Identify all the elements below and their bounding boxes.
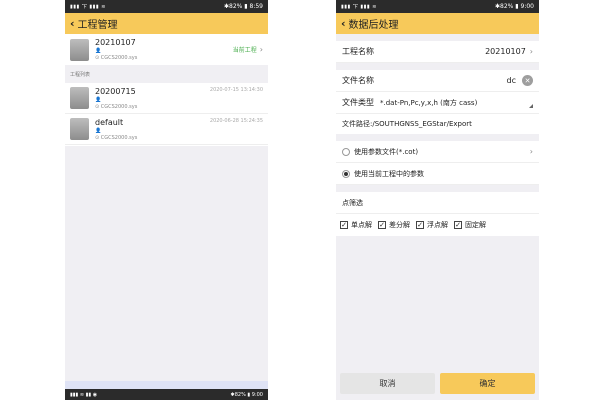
status-bar: ▮▮▮ 㓀 ▮▮▮ ≋ ✱82% ▮ 9:00 [336,0,539,13]
file-name-input[interactable]: dc [507,76,516,85]
title-bar: ‹ 工程管理 [65,13,268,34]
option-param-file[interactable]: 使用参数文件(*.cot) › [336,141,539,163]
project-row[interactable]: default 👤 ⊙ CGCS2000.sys 2020-06-28 15:2… [65,114,268,145]
project-name-label: 工程名称 [342,47,374,56]
status-bar: ▮▮▮ 㓀 ▮▮▮ ≋ ✱82% ▮ 8:59 [65,0,268,13]
parameter-group: 使用参数文件(*.cot) › 使用当前工程中的参数 [336,141,539,185]
project-group: 工程名称 20210107 › [336,41,539,63]
project-time: 2020-07-15 13:14:30 [209,87,263,93]
confirm-button[interactable]: 确定 [440,373,535,394]
checkmark-icon[interactable]: ✓ [340,221,348,229]
checkbox-label: 固定解 [465,221,486,229]
status-right: ✱82% ▮ 9:00 [495,3,534,10]
checkmark-icon[interactable]: ✓ [416,221,424,229]
current-project-tag: 当前工程 [232,47,257,54]
bottom-battery: ✱82% ▮ 9:00 [230,391,263,398]
file-type-row[interactable]: 文件类型 *.dat-Pn,Pc,y,x,h (南方 cass) [336,92,539,114]
option-label: 使用当前工程中的参数 [354,169,424,178]
checkbox-float[interactable]: ✓ 浮点解 [416,220,448,230]
person-icon: 👤 [95,48,102,54]
project-info: 20200715 👤 ⊙ CGCS2000.sys [95,87,210,110]
signal-icons: ▮▮▮ 㓀 ▮▮▮ ≋ [70,4,106,10]
person-icon: 👤 [95,96,102,103]
project-coord: ⊙ CGCS2000.sys [95,104,210,110]
project-list-header: 工程列表 [65,65,268,83]
file-path: 文件路径:/SOUTHGNSS_EGStar/Export [342,120,472,128]
bottom-status-bar: ▮▮▮ ≋ ▮▮ ◉ ✱82% ▮ 9:00 [65,389,268,400]
clear-icon[interactable]: ✕ [522,75,533,86]
project-time: 2020-06-28 15:24:35 [209,118,263,124]
radio-button-selected[interactable] [342,169,350,178]
project-management-screen: ▮▮▮ 㓀 ▮▮▮ ≋ ✱82% ▮ 8:59 ‹ 工程管理 20210107 … [65,0,268,400]
checkmark-icon[interactable]: ✓ [454,221,462,229]
cancel-button[interactable]: 取消 [340,373,435,394]
signal-icons: ▮▮▮ 㓀 ▮▮▮ ≋ [341,4,377,10]
project-name-row[interactable]: 工程名称 20210107 › [336,41,539,63]
chevron-right-icon: › [259,45,263,54]
project-name-value: 20210107 [485,47,526,56]
radio-button[interactable] [342,147,350,156]
option-project-params[interactable]: 使用当前工程中的参数 [336,163,539,185]
project-name: default [95,117,124,127]
status-time: 9:00 [520,3,534,10]
project-coord-text: CGCS2000.sys [100,103,138,110]
project-row[interactable]: 20200715 👤 ⊙ CGCS2000.sys 2020-07-15 13:… [65,83,268,114]
form-body: 工程名称 20210107 › 文件名称 dc ✕ 文件类型 *.dat-Pn,… [336,34,539,400]
project-thumbnail [70,87,89,109]
checkbox-label: 差分解 [389,221,410,229]
current-project-row[interactable]: 20210107 👤 ⊙ CGCS2000.sys 当前工程 › [65,34,268,65]
option-label: 使用参数文件(*.cot) [354,147,419,156]
project-name: 20210107 [95,38,136,47]
data-postprocess-screen: ▮▮▮ 㓀 ▮▮▮ ≋ ✱82% ▮ 9:00 ‹ 数据后处理 工程名称 202… [336,0,539,400]
page-title: 数据后处理 [348,20,399,31]
status-time: 8:59 [249,3,263,10]
project-thumbnail [70,38,89,61]
checkbox-differential[interactable]: ✓ 差分解 [378,220,410,230]
chevron-right-icon: › [529,47,533,56]
project-coord-text: CGCS2000.sys [100,134,138,141]
checkbox-label: 浮点解 [427,221,448,229]
project-info: 20210107 👤 ⊙ CGCS2000.sys [95,38,233,61]
title-bar: ‹ 数据后处理 [336,13,539,34]
back-icon[interactable]: ‹ [70,17,75,30]
checkbox-single[interactable]: ✓ 单点解 [340,220,372,230]
bottom-stripe [65,381,268,389]
battery-indicator: ✱82% ▮ [224,3,248,10]
file-type-select[interactable]: *.dat-Pn,Pc,y,x,h (南方 cass) [380,98,525,108]
bottom-signal: ▮▮▮ ≋ ▮▮ ◉ [70,391,98,398]
status-right: ✱82% ▮ 8:59 [224,3,263,10]
file-name-label: 文件名称 [342,76,374,85]
filter-group: 点筛选 ✓ 单点解 ✓ 差分解 ✓ 浮点解 ✓ 固定解 [336,192,539,236]
project-info: default 👤 ⊙ CGCS2000.sys [95,118,210,141]
button-bar: 取消 确定 [336,373,539,397]
person-icon: 👤 [95,127,102,134]
file-type-label: 文件类型 [342,98,374,107]
empty-area [65,146,268,382]
page-title: 工程管理 [77,20,118,31]
back-icon[interactable]: ‹ [341,17,346,30]
project-thumbnail [70,118,89,140]
project-coord: ⊙ CGCS2000.sys [95,55,233,61]
project-coord-text: CGCS2000.sys [100,55,138,61]
dropdown-icon [529,103,533,108]
checkmark-icon[interactable]: ✓ [378,221,386,229]
chevron-right-icon: › [529,147,533,156]
file-group: 文件名称 dc ✕ 文件类型 *.dat-Pn,Pc,y,x,h (南方 cas… [336,70,539,134]
file-name-row: 文件名称 dc ✕ [336,70,539,92]
filter-checkboxes: ✓ 单点解 ✓ 差分解 ✓ 浮点解 ✓ 固定解 [336,214,539,236]
filter-title: 点筛选 [336,192,539,214]
battery-indicator: ✱82% ▮ [495,3,519,10]
project-coord: ⊙ CGCS2000.sys [95,135,210,141]
checkbox-fixed[interactable]: ✓ 固定解 [454,220,486,230]
checkbox-label: 单点解 [351,221,372,229]
project-name: 20200715 [95,86,136,96]
